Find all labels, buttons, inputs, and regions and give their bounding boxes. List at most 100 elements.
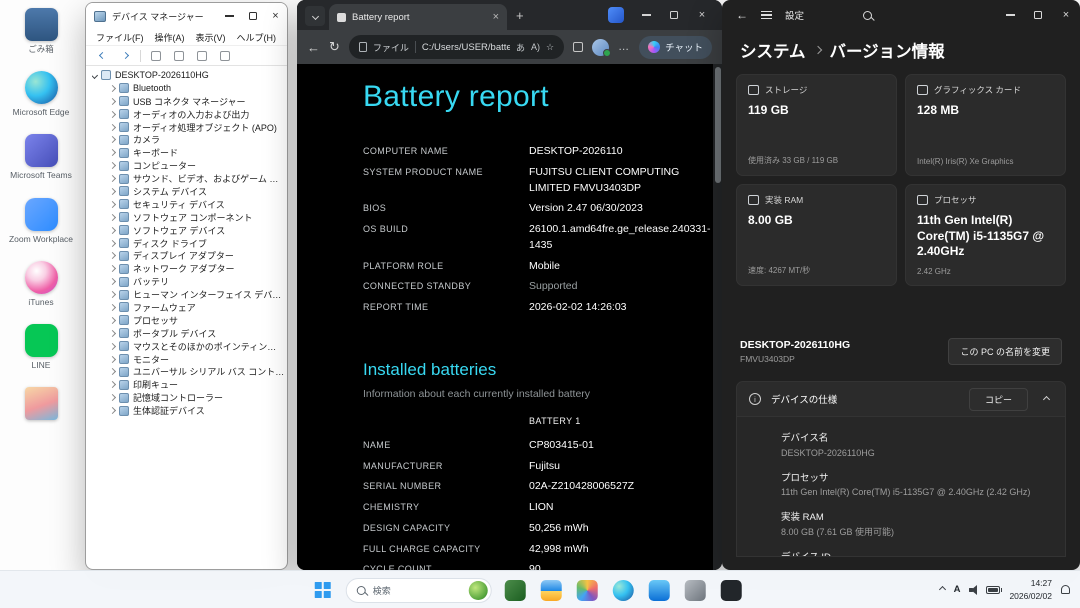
expand-icon[interactable] [109, 188, 116, 195]
properties-icon[interactable] [171, 48, 187, 64]
tree-item[interactable]: キーボード [92, 146, 285, 159]
expand-icon[interactable] [109, 304, 116, 311]
tree-item[interactable]: Bluetooth [92, 82, 285, 95]
expand-icon[interactable] [109, 239, 116, 246]
list-view-icon[interactable] [148, 48, 164, 64]
tree-item[interactable]: サウンド、ビデオ、およびゲーム コントローラー [92, 172, 285, 185]
expand-icon[interactable] [109, 381, 116, 388]
tree-item[interactable]: ヒューマン インターフェイス デバイス [92, 288, 285, 301]
tree-item[interactable]: 記憶域コントローラー [92, 391, 285, 404]
maximize-button[interactable] [241, 3, 264, 29]
tree-item[interactable]: ディスプレイ アダプター [92, 249, 285, 262]
zoom-workplace-icon[interactable]: Zoom Workplace [4, 198, 78, 244]
collapse-icon[interactable] [92, 72, 98, 79]
tab-close-icon[interactable]: × [493, 11, 499, 23]
expand-icon[interactable] [109, 149, 116, 156]
expand-icon[interactable] [109, 291, 116, 298]
minimize-button[interactable] [218, 3, 241, 29]
scrollbar[interactable] [713, 64, 722, 570]
photo-shortcut-icon[interactable] [4, 387, 78, 433]
tree-item[interactable]: 生体認証デバイス [92, 404, 285, 417]
minimize-button[interactable] [632, 0, 660, 30]
terminal-icon[interactable] [714, 574, 748, 606]
tree-item[interactable]: モニター [92, 353, 285, 366]
expand-icon[interactable] [109, 98, 116, 105]
maximize-button[interactable] [660, 0, 688, 30]
tab-actions-icon[interactable] [305, 6, 325, 26]
tree-item[interactable]: USB コネクタ マネージャー [92, 95, 285, 108]
taskbar-search[interactable]: 検索 [346, 578, 492, 603]
scrollbar-thumb[interactable] [715, 67, 721, 183]
tree-item[interactable]: マウスとそのほかのポインティング デバイス [92, 340, 285, 353]
expand-icon[interactable] [109, 343, 116, 350]
tree-item[interactable]: ネットワーク アダプター [92, 262, 285, 275]
expand-icon[interactable] [109, 175, 116, 182]
quick-settings[interactable] [969, 585, 1000, 595]
tree-item[interactable]: ポータブル デバイス [92, 327, 285, 340]
expand-icon[interactable] [109, 394, 116, 401]
menu-item[interactable]: 操作(A) [155, 31, 185, 44]
expand-icon[interactable] [109, 355, 116, 362]
tree-item[interactable]: ソフトウェア デバイス [92, 224, 285, 237]
file-explorer-icon[interactable] [534, 574, 568, 606]
recycle-bin-icon[interactable]: ごみ箱 [4, 8, 78, 54]
expand-icon[interactable] [109, 111, 116, 118]
new-tab-button[interactable]: + [516, 8, 524, 23]
expand-icon[interactable] [109, 317, 116, 324]
rename-pc-button[interactable]: この PC の名前を変更 [948, 338, 1062, 365]
tree-item[interactable]: システム デバイス [92, 185, 285, 198]
expand-icon[interactable] [109, 252, 116, 259]
settings-gear-icon[interactable] [678, 574, 712, 606]
tree-item[interactable]: セキュリティ デバイス [92, 198, 285, 211]
start-button[interactable] [306, 574, 340, 606]
address-bar[interactable]: ファイル C:/Users/USER/batter... あ A) ☆ [349, 35, 564, 59]
notification-bell-icon[interactable] [1061, 585, 1070, 594]
menu-item[interactable]: ヘルプ(H) [237, 31, 277, 44]
photos-icon[interactable] [570, 574, 604, 606]
translate-icon[interactable]: あ [516, 41, 525, 54]
close-button[interactable]: × [688, 0, 716, 30]
tree-item[interactable]: 印刷キュー [92, 378, 285, 391]
microsoft-store-icon[interactable] [642, 574, 676, 606]
collapse-chevron-icon[interactable] [1043, 395, 1050, 402]
tree-root-computer[interactable]: DESKTOP-2026110HG [92, 69, 285, 82]
expand-icon[interactable] [109, 162, 116, 169]
search-icon[interactable] [863, 11, 872, 20]
refresh-icon[interactable]: ↻ [329, 39, 340, 55]
copy-button[interactable]: コピー [969, 388, 1028, 411]
clock[interactable]: 14:27 2026/02/02 [1009, 577, 1052, 602]
tree-item[interactable]: コンピューター [92, 159, 285, 172]
settings-menu-icon[interactable]: … [618, 41, 630, 53]
microsoft-edge-icon[interactable] [606, 574, 640, 606]
expand-icon[interactable] [109, 368, 116, 375]
favorites-star-icon[interactable]: ☆ [546, 42, 554, 53]
tree-item[interactable]: カメラ [92, 133, 285, 146]
tree-item[interactable]: オーディオの入力および出力 [92, 108, 285, 121]
tree-item[interactable]: ディスク ドライブ [92, 237, 285, 250]
tree-item[interactable]: バッテリ [92, 275, 285, 288]
tree-item[interactable]: プロセッサ [92, 314, 285, 327]
expand-icon[interactable] [109, 278, 116, 285]
tray-expand-icon[interactable] [939, 586, 946, 593]
profile-avatar[interactable] [592, 39, 609, 56]
read-aloud-icon[interactable]: A) [531, 42, 540, 52]
back-icon[interactable]: ← [307, 40, 320, 55]
minimize-button[interactable] [996, 0, 1024, 30]
expand-icon[interactable] [109, 214, 116, 221]
navigate-back-icon[interactable] [94, 48, 110, 64]
expand-icon[interactable] [109, 201, 116, 208]
expand-icon[interactable] [109, 227, 116, 234]
close-button[interactable]: × [264, 3, 287, 29]
close-button[interactable]: × [1052, 0, 1080, 30]
expand-icon[interactable] [109, 136, 116, 143]
menu-item[interactable]: 表示(V) [196, 31, 226, 44]
itunes-icon[interactable]: iTunes [4, 261, 78, 307]
microsoft-teams-icon[interactable]: Microsoft Teams [4, 134, 78, 180]
split-screen-icon[interactable] [608, 7, 624, 23]
back-icon[interactable]: ← [736, 8, 748, 22]
navigate-forward-icon[interactable] [117, 48, 133, 64]
expand-icon[interactable] [109, 265, 116, 272]
microsoft-edge-icon[interactable]: Microsoft Edge [4, 71, 78, 117]
line-icon[interactable]: LINE [4, 324, 78, 370]
copilot-chat-button[interactable]: チャット [639, 36, 712, 59]
